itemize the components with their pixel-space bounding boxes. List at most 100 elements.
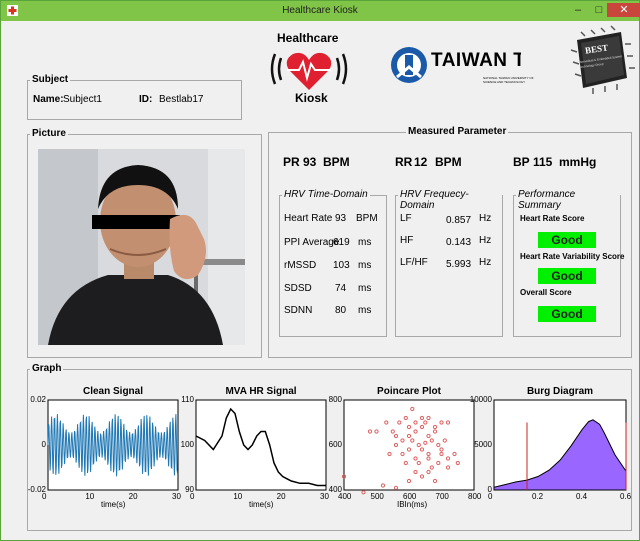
lf-value: 0.857 — [446, 215, 472, 226]
lf-hf-value: 5.993 — [446, 259, 472, 270]
graph-title: Graph — [30, 363, 64, 374]
chart-mva-hr-signal — [195, 399, 327, 491]
y-tick-label: 600 — [328, 440, 342, 449]
performance-summary-panel: Performance Summary Heart Rate Score Goo… — [513, 189, 625, 337]
sdnn-unit: ms — [358, 305, 372, 316]
y-tick-label: 110 — [181, 395, 194, 404]
hr-score-label: Heart Rate Score — [520, 214, 585, 223]
y-tick-label: 0.02 — [30, 395, 46, 404]
chart-title: Clean Signal — [82, 386, 143, 397]
x-tick-label: 500 — [370, 492, 384, 501]
measured-parameter-panel: Measured Parameter PR 93 BPM RR 12 BPM B… — [268, 126, 632, 358]
chart-title: MVA HR Signal — [225, 386, 297, 397]
heart-pulse-icon — [270, 52, 348, 90]
measured-title: Measured Parameter — [406, 126, 509, 137]
logo-text-bottom: Kiosk — [295, 91, 328, 105]
x-tick-label: 10 — [85, 492, 95, 501]
rr-value: 12 — [414, 155, 428, 169]
hrv-score-label: Heart Rate Variability Score — [520, 252, 625, 261]
heart-rate-label: Heart Rate — [284, 213, 333, 224]
x-tick-label: 800 — [468, 492, 482, 501]
x-axis-label: time(s) — [249, 500, 274, 509]
id-label: ID: — [139, 94, 153, 105]
x-tick-label: 20 — [128, 492, 138, 501]
hr-score-badge: Good — [538, 232, 596, 248]
taiwan-tech-name: TAIWAN TECH — [431, 50, 521, 71]
hrv-score-badge: Good — [538, 268, 596, 284]
x-tick-label: 0.4 — [576, 492, 588, 501]
title-bar: Healthcare Kiosk – □ ✕ — [1, 1, 640, 21]
chart-title: Poincare Plot — [377, 386, 441, 397]
hrv-frequency-domain-panel: HRV Frequecy-Domain LF 0.857 Hz HF 0.143… — [395, 189, 503, 337]
y-tick-label: 0 — [487, 485, 492, 494]
x-tick-label: 0.2 — [532, 492, 544, 501]
y-tick-label: 90 — [185, 485, 194, 494]
hf-value: 0.143 — [446, 237, 472, 248]
hrv-freq-title: HRV Frequecy-Domain — [398, 189, 502, 211]
y-tick-label: 5000 — [474, 440, 492, 449]
bp-unit: mmHg — [559, 155, 597, 169]
pr-value: 93 — [303, 155, 317, 169]
y-tick-label: -0.02 — [27, 485, 46, 494]
overall-score-badge: Good — [538, 306, 596, 322]
window-title: Healthcare Kiosk — [282, 5, 358, 16]
kiosk-body: Healthcare Kiosk TAIWAN TECH NATIONAL TA… — [7, 22, 635, 534]
rmssd-value: 103 — [333, 260, 350, 271]
subject-title: Subject — [30, 74, 71, 85]
lf-hf-unit: Hz — [479, 257, 492, 268]
maximize-button[interactable]: □ — [589, 3, 609, 17]
graph-panel: Graph Clean Signal 0 10 20 30 0.02 0 -0.02 time(… — [27, 363, 632, 531]
name-label: Name: — [33, 94, 64, 105]
sdsd-unit: ms — [358, 283, 372, 294]
hf-unit: Hz — [479, 235, 492, 246]
sdnn-value: 80 — [335, 305, 347, 316]
sdnn-label: SDNN — [284, 305, 313, 316]
heart-rate-value: 93 — [335, 213, 347, 224]
bp-value: 115 — [533, 155, 553, 169]
taiwan-tech-subtitle: NATIONAL TAIWAN UNIVERSITY OF SCIENCE AN… — [483, 76, 534, 84]
taiwan-tech-emblem-icon — [391, 47, 427, 83]
heart-rate-unit: BPM — [356, 213, 378, 224]
rr-label: RR — [395, 155, 413, 169]
plot-area — [343, 399, 475, 491]
close-button[interactable]: ✕ — [607, 3, 640, 17]
rmssd-unit: ms — [358, 260, 372, 271]
ppi-average-value: 619 — [333, 237, 350, 248]
x-axis-label: time(s) — [101, 500, 126, 509]
scatter-point — [361, 490, 366, 495]
chart-clean-signal — [47, 399, 179, 491]
x-axis-label: IBIn(ms) — [397, 500, 428, 509]
name-value: Subject1 — [63, 94, 102, 105]
lf-unit: Hz — [479, 213, 492, 224]
hrv-time-title: HRV Time-Domain — [282, 189, 370, 200]
x-tick-label: 10 — [233, 492, 243, 501]
picture-title: Picture — [30, 128, 68, 139]
chart-title: Burg Diagram — [526, 386, 594, 397]
y-tick-label: 0 — [41, 440, 46, 449]
chart-burg-diagram — [493, 399, 627, 491]
x-tick-label: 30 — [320, 492, 329, 501]
logo-text-top: Healthcare — [277, 31, 339, 45]
minimize-button[interactable]: – — [568, 3, 588, 17]
ppi-average-label: PPI Average — [284, 237, 340, 248]
y-tick-label: 400 — [328, 485, 342, 494]
lf-label: LF — [400, 213, 412, 224]
hf-label: HF — [400, 235, 414, 246]
pr-unit: BPM — [323, 155, 350, 169]
rmssd-label: rMSSD — [284, 260, 317, 271]
chart-poincare-plot — [341, 399, 475, 495]
sdsd-label: SDSD — [284, 283, 312, 294]
overall-score-label: Overall Score — [520, 288, 572, 297]
ppi-average-unit: ms — [358, 237, 372, 248]
y-tick-label: 100 — [180, 440, 194, 449]
sdsd-value: 74 — [335, 283, 347, 294]
rr-unit: BPM — [435, 155, 462, 169]
app-window: Healthcare Kiosk – □ ✕ Healthcare Kiosk — [0, 0, 640, 541]
id-value: Bestlab17 — [159, 94, 204, 105]
x-tick-label: 0.6 — [620, 492, 632, 501]
pr-label: PR — [283, 155, 300, 169]
x-tick-label: 20 — [276, 492, 286, 501]
subject-photo — [38, 149, 245, 345]
y-tick-label: 10000 — [469, 395, 492, 404]
x-tick-label: 700 — [435, 492, 449, 501]
